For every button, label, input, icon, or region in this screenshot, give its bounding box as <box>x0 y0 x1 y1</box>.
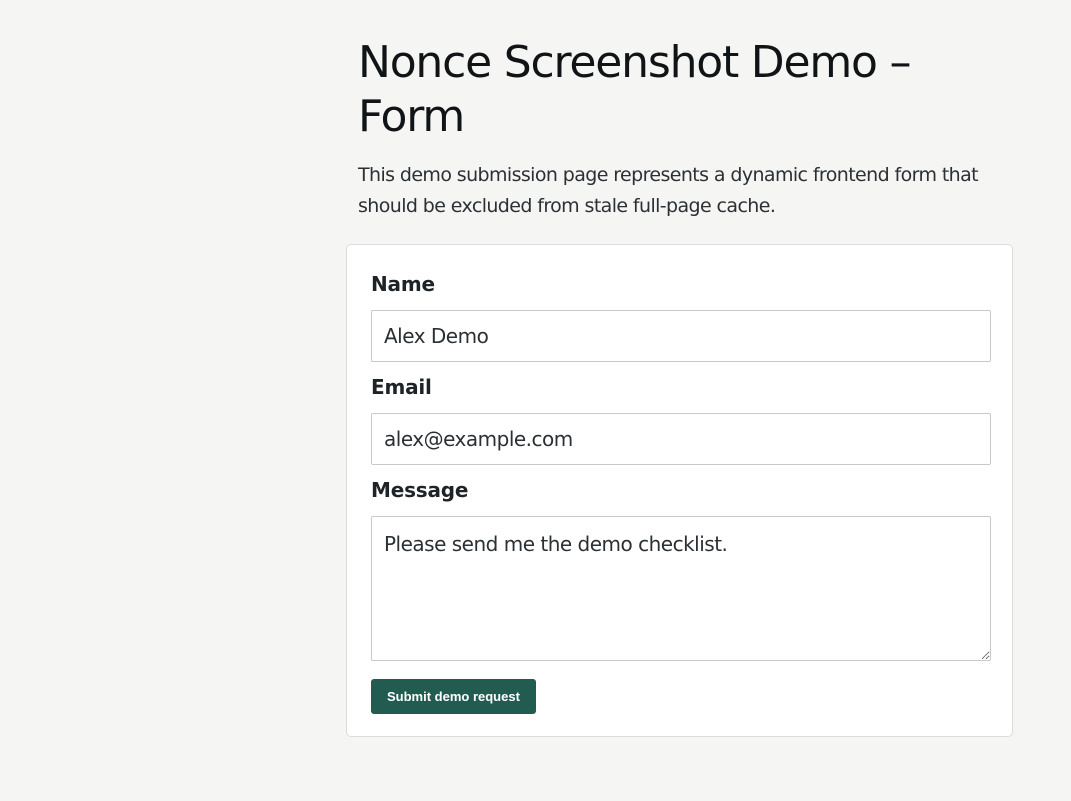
name-label: Name <box>371 272 435 296</box>
submit-demo-request-button[interactable]: Submit demo request <box>371 679 536 714</box>
message-textarea[interactable]: Please send me the demo checklist. <box>371 516 991 661</box>
name-input[interactable] <box>371 310 991 362</box>
page-content: Nonce Screenshot Demo – Form This demo s… <box>346 0 1015 737</box>
page-title: Nonce Screenshot Demo – Form <box>358 37 912 142</box>
demo-form-card: Name Email Message Please send me the de… <box>346 244 1013 737</box>
email-label: Email <box>371 375 432 399</box>
email-input[interactable] <box>371 413 991 465</box>
message-label: Message <box>371 478 469 502</box>
page-intro: This demo submission page represents a d… <box>358 164 979 217</box>
